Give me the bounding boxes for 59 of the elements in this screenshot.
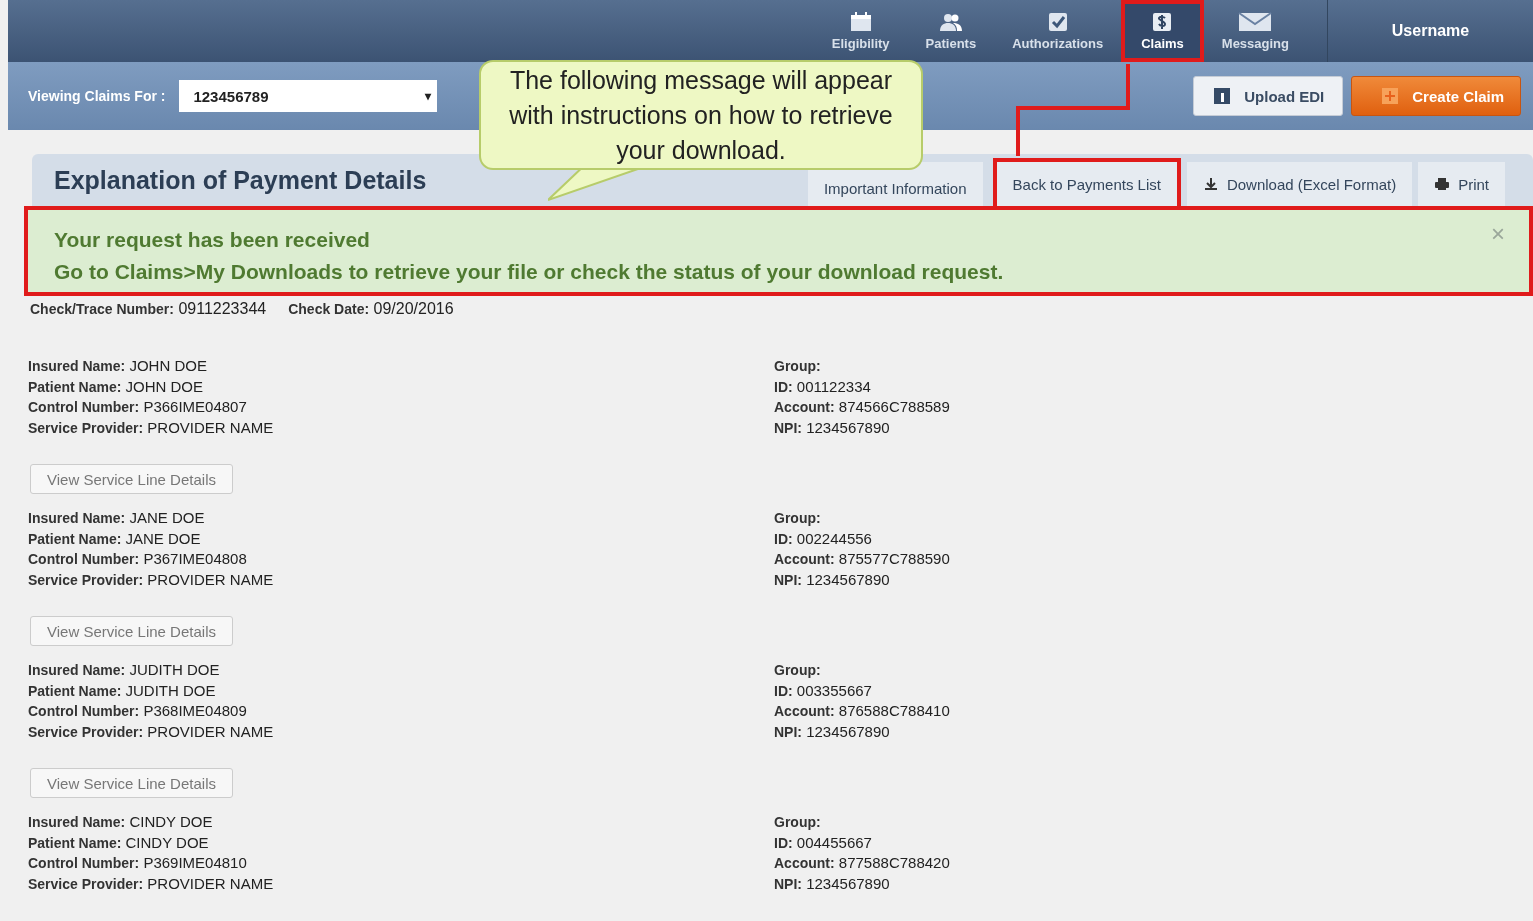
record-field: Account: 874566C788589 bbox=[774, 397, 1520, 418]
record-field: Service Provider: PROVIDER NAME bbox=[28, 417, 774, 438]
page-title: Explanation of Payment Details bbox=[54, 165, 427, 195]
service-details-button[interactable]: View Service Line Details bbox=[30, 616, 233, 646]
record-field: Insured Name: JUDITH DOE bbox=[28, 660, 774, 681]
service-details-button[interactable]: View Service Line Details bbox=[30, 464, 233, 494]
record-field: Control Number: P369IME04810 bbox=[28, 853, 774, 874]
record-field: Account: 877588C788420 bbox=[774, 853, 1520, 874]
record-field: ID: 001122334 bbox=[774, 376, 1520, 397]
nav-tab[interactable]: Eligibility bbox=[813, 0, 908, 62]
record-field: ID: 004455667 bbox=[774, 832, 1520, 853]
nav-tab[interactable]: Claims bbox=[1121, 0, 1204, 62]
record-field: ID: 003355667 bbox=[774, 680, 1520, 701]
record-field: NPI: 1234567890 bbox=[774, 569, 1520, 590]
alert-message: Go to Claims>My Downloads to retrieve your file or check the status of your download request. bbox=[54, 259, 1004, 285]
record-field: NPI: 1234567890 bbox=[774, 873, 1520, 894]
nav-tab[interactable]: Authorizations bbox=[994, 0, 1122, 62]
people-icon bbox=[937, 11, 964, 32]
record-field: NPI: 1234567890 bbox=[774, 417, 1520, 438]
upload-button[interactable]: Upload EDI bbox=[1193, 76, 1344, 116]
alert-title: Your request has been received bbox=[54, 227, 371, 253]
record-field: ID: 002244556 bbox=[774, 528, 1520, 549]
record-field: Insured Name: JOHN DOE bbox=[28, 356, 774, 377]
record-field: Group: bbox=[774, 508, 1520, 529]
record-field: Account: 875577C788590 bbox=[774, 549, 1520, 570]
record-field: Account: 876588C788410 bbox=[774, 701, 1520, 722]
caret-icon: ▾ bbox=[425, 89, 432, 103]
record-field: Service Provider: PROVIDER NAME bbox=[28, 721, 774, 742]
record-field: Control Number: P366IME04807 bbox=[28, 397, 774, 418]
printer-icon bbox=[1434, 177, 1451, 191]
record-field: NPI: 1234567890 bbox=[774, 721, 1520, 742]
service-details-button[interactable]: View Service Line Details bbox=[30, 768, 233, 798]
download-tab[interactable]: Download (Excel Format) bbox=[1186, 162, 1413, 206]
plus-icon bbox=[1380, 86, 1401, 106]
record-field: Insured Name: JANE DOE bbox=[28, 508, 774, 529]
envelope-icon bbox=[1238, 11, 1273, 32]
record-field: Service Provider: PROVIDER NAME bbox=[28, 569, 774, 590]
record-field: Group: bbox=[774, 356, 1520, 377]
record-field: Group: bbox=[774, 660, 1520, 681]
print-tab[interactable]: Print bbox=[1418, 162, 1505, 206]
file-icon bbox=[1212, 86, 1233, 106]
record-field: Insured Name: CINDY DOE bbox=[28, 812, 774, 833]
viewing-label: Viewing Claims For : bbox=[28, 88, 166, 104]
record-field: Patient Name: CINDY DOE bbox=[28, 832, 774, 853]
record-field: Control Number: P368IME04809 bbox=[28, 701, 774, 722]
record-field: Patient Name: JUDITH DOE bbox=[28, 680, 774, 701]
create-claim-button[interactable]: Create Claim bbox=[1351, 76, 1521, 116]
check-field: Check Date: 09/20/2016 bbox=[288, 300, 454, 318]
account-select[interactable]: 123456789 ▾ bbox=[179, 80, 438, 112]
record-field: Group: bbox=[774, 812, 1520, 833]
record-field: Patient Name: JOHN DOE bbox=[28, 376, 774, 397]
header-tab[interactable]: Back to Payments List bbox=[992, 158, 1181, 206]
nav-tab[interactable]: Patients bbox=[907, 0, 995, 62]
record-field: Control Number: P367IME04808 bbox=[28, 549, 774, 570]
download-icon bbox=[1202, 177, 1219, 191]
record-field: Service Provider: PROVIDER NAME bbox=[28, 873, 774, 894]
nav-tab[interactable]: Messaging bbox=[1203, 0, 1307, 62]
record-field: Patient Name: JANE DOE bbox=[28, 528, 774, 549]
check-field: Check/Trace Number: 0911223344 bbox=[30, 300, 267, 318]
